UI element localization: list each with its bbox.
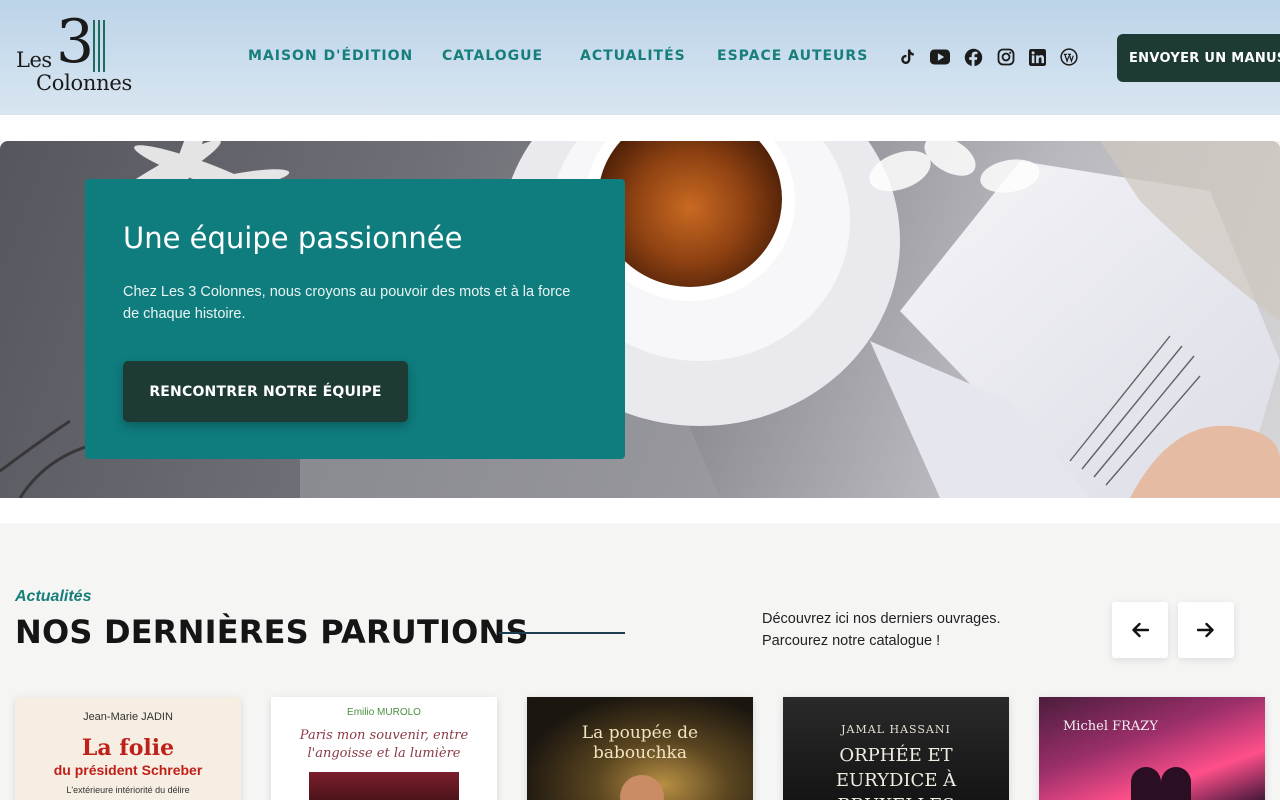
hero-description: Chez Les 3 Colonnes, nous croyons au pou…	[123, 284, 571, 322]
section-kicker: Actualités	[15, 588, 92, 605]
youtube-icon[interactable]	[930, 47, 950, 67]
instagram-icon[interactable]	[996, 47, 1016, 67]
linkedin-icon[interactable]	[1027, 47, 1047, 67]
book-title: ORPHÉE ET EURYDICE À BRUXELLES	[835, 745, 957, 800]
book-cover-art	[309, 772, 459, 800]
book-title: La poupée de babouchka	[581, 723, 699, 763]
meet-team-button[interactable]: RENCONTRER NOTRE ÉQUIPE	[123, 361, 408, 422]
book-card[interactable]: JAMAL HASSANI ORPHÉE ET EURYDICE À BRUXE…	[783, 697, 1009, 800]
book-card[interactable]: Emilio MUROLO Paris mon souvenir, entre …	[271, 697, 497, 800]
site-logo[interactable]: Les 3 Colonnes	[16, 12, 146, 98]
wordpress-icon[interactable]	[1059, 47, 1079, 67]
carousel-next-button[interactable]	[1178, 602, 1234, 658]
nav-item-espace-auteurs[interactable]: ESPACE AUTEURS	[717, 48, 868, 64]
section-description-line-1: Découvrez ici nos derniers ouvrages.	[762, 611, 1001, 627]
carousel-prev-button[interactable]	[1112, 602, 1168, 658]
hero-bottom-spacer	[0, 498, 1280, 523]
arrow-right-icon	[1197, 622, 1214, 638]
nav-item-catalogue[interactable]: CATALOGUE	[442, 48, 543, 64]
book-cover-art	[620, 775, 664, 800]
facebook-icon[interactable]	[963, 47, 983, 67]
book-author: JAMAL HASSANI	[841, 723, 951, 736]
book-title: Paris mon souvenir, entre l'angoisse et …	[299, 728, 469, 761]
book-tagline: L'extérieure intériorité du délire	[66, 785, 190, 795]
book-title: La folie	[81, 735, 175, 761]
title-divider	[499, 632, 625, 634]
book-author: Jean-Marie JADIN	[83, 711, 173, 723]
book-card[interactable]: Michel FRAZY	[1039, 697, 1265, 800]
send-manuscript-button[interactable]: ENVOYER UN MANUSCRIT	[1117, 34, 1280, 82]
logo-les: Les	[16, 48, 52, 72]
nav-item-maison-edition[interactable]: MAISON D'ÉDITION	[248, 48, 413, 64]
logo-number: 3	[56, 7, 95, 77]
site-header: Les 3 Colonnes MAISON D'ÉDITION CATALOGU…	[0, 0, 1280, 115]
book-cover-art	[1161, 767, 1191, 800]
tiktok-icon[interactable]	[897, 47, 917, 67]
hero-card: Une équipe passionnée Chez Les 3 Colonne…	[85, 179, 625, 459]
section-description-line-2: Parcourez notre catalogue !	[762, 633, 941, 649]
section-title: NOS DERNIÈRES PARUTIONS	[15, 613, 529, 651]
logo-columns-mark	[93, 20, 111, 72]
hero-top-spacer	[0, 115, 1280, 141]
book-subtitle: du président Schreber	[53, 762, 203, 778]
arrow-left-icon	[1132, 622, 1149, 638]
nav-item-actualites[interactable]: ACTUALITÉS	[580, 48, 686, 64]
book-card[interactable]: La poupée de babouchka	[527, 697, 753, 800]
book-card[interactable]: Jean-Marie JADIN La folie du président S…	[15, 697, 241, 800]
section-description: Découvrez ici nos derniers ouvrages. Par…	[762, 608, 1062, 652]
book-author: Emilio MUROLO	[347, 707, 421, 718]
hero-title: Une équipe passionnée	[123, 221, 463, 255]
logo-colonnes: Colonnes	[36, 71, 132, 95]
hero-banner: Une équipe passionnée Chez Les 3 Colonne…	[0, 141, 1280, 498]
book-author: Michel FRAZY	[1063, 719, 1158, 734]
book-cover-art	[1131, 767, 1161, 800]
